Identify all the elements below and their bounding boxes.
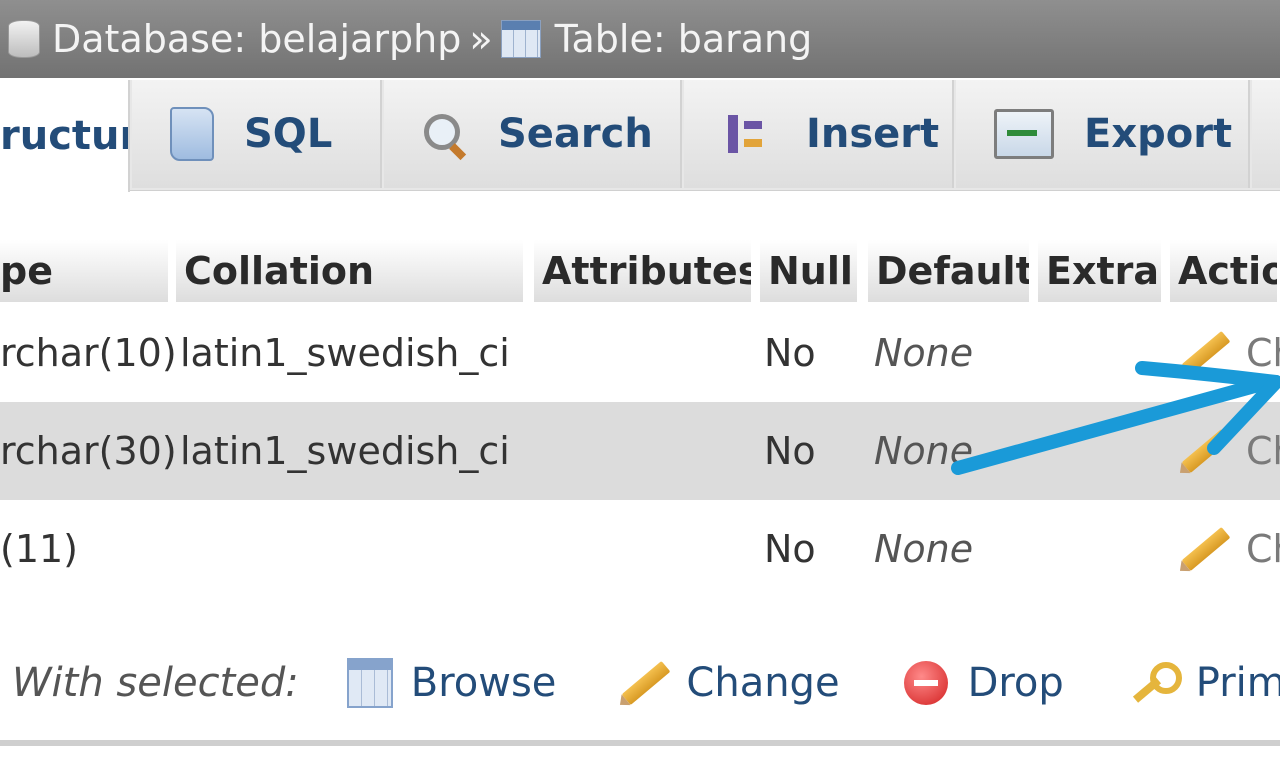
pencil-icon — [1181, 330, 1231, 376]
row-change-action[interactable]: Ch — [1180, 402, 1280, 500]
browse-button[interactable]: Browse — [346, 658, 557, 708]
browse-icon — [346, 658, 393, 708]
tab-sql-label: SQL — [244, 111, 333, 157]
row-null: No — [764, 429, 816, 473]
column-header-collation[interactable]: Collation — [176, 240, 526, 302]
tab-structure-label: ructure — [0, 113, 128, 159]
tab-more[interactable] — [1252, 80, 1280, 188]
breadcrumb-table-label[interactable]: Table: barang — [555, 17, 813, 61]
column-header-null[interactable]: Null — [760, 240, 860, 302]
column-header-type[interactable]: pe — [0, 240, 171, 302]
tab-export-label: Export — [1084, 111, 1233, 157]
change-label: Change — [686, 660, 840, 706]
row-change-label[interactable]: Ch — [1246, 331, 1280, 375]
row-type: (11) — [0, 527, 79, 571]
change-button[interactable]: Change — [620, 660, 840, 706]
row-default: None — [874, 331, 974, 375]
insert-icon — [724, 109, 776, 159]
tab-export[interactable]: Export — [956, 80, 1250, 188]
row-change-action[interactable]: Ch — [1180, 304, 1280, 402]
breadcrumb-separator: » — [469, 17, 493, 61]
drop-label: Drop — [967, 660, 1064, 706]
breadcrumb-table[interactable]: Table: barang — [500, 17, 813, 61]
table-row: (11) No None Ch — [0, 500, 1280, 598]
primary-button[interactable]: Prima — [1128, 660, 1280, 706]
tab-bar: ructure SQL Search Insert Export — [0, 80, 1280, 192]
breadcrumb-bar: Database: belajarphp » Table: barang — [0, 0, 1280, 78]
tab-structure[interactable]: ructure — [0, 80, 130, 192]
export-icon — [994, 109, 1054, 159]
pencil-icon — [1181, 526, 1231, 572]
row-change-label[interactable]: Ch — [1246, 429, 1280, 473]
with-selected-label: With selected: — [12, 660, 299, 706]
pencil-icon — [621, 660, 671, 706]
row-type: rchar(10) — [0, 331, 177, 375]
search-icon — [420, 110, 468, 158]
table-row: rchar(30) latin1_swedish_ci No None Ch — [0, 402, 1280, 500]
drop-icon — [903, 661, 948, 705]
row-default: None — [874, 429, 974, 473]
primary-label: Prima — [1195, 660, 1280, 706]
divider — [0, 740, 1280, 746]
column-header-action[interactable]: Actio — [1170, 240, 1280, 302]
row-collation: latin1_swedish_ci — [180, 429, 510, 473]
breadcrumb-database[interactable]: Database: belajarphp — [0, 17, 461, 61]
drop-button[interactable]: Drop — [903, 660, 1064, 706]
row-null: No — [764, 331, 816, 375]
tab-insert[interactable]: Insert — [684, 80, 954, 188]
row-change-action[interactable]: Ch — [1180, 500, 1280, 598]
key-icon — [1128, 660, 1182, 706]
table-row: rchar(10) latin1_swedish_ci No None Ch — [0, 304, 1280, 402]
breadcrumb-database-label[interactable]: Database: belajarphp — [52, 17, 461, 61]
column-header-attributes[interactable]: Attributes — [534, 240, 754, 302]
tab-search[interactable]: Search — [384, 80, 682, 188]
row-collation: latin1_swedish_ci — [180, 331, 510, 375]
tab-sql[interactable]: SQL — [132, 80, 382, 188]
sql-icon — [170, 107, 214, 161]
tab-search-label: Search — [498, 111, 653, 157]
tab-insert-label: Insert — [806, 111, 940, 157]
column-header-extra[interactable]: Extra — [1038, 240, 1164, 302]
row-default: None — [874, 527, 974, 571]
with-selected-bar: With selected: Browse Change Drop Prima — [0, 640, 1280, 726]
row-type: rchar(30) — [0, 429, 177, 473]
pencil-icon — [1181, 428, 1231, 474]
row-null: No — [764, 527, 816, 571]
database-icon — [8, 20, 40, 58]
browse-label: Browse — [410, 660, 557, 706]
column-header-default[interactable]: Default — [868, 240, 1032, 302]
row-change-label[interactable]: Ch — [1246, 527, 1280, 571]
table-icon — [500, 20, 541, 58]
